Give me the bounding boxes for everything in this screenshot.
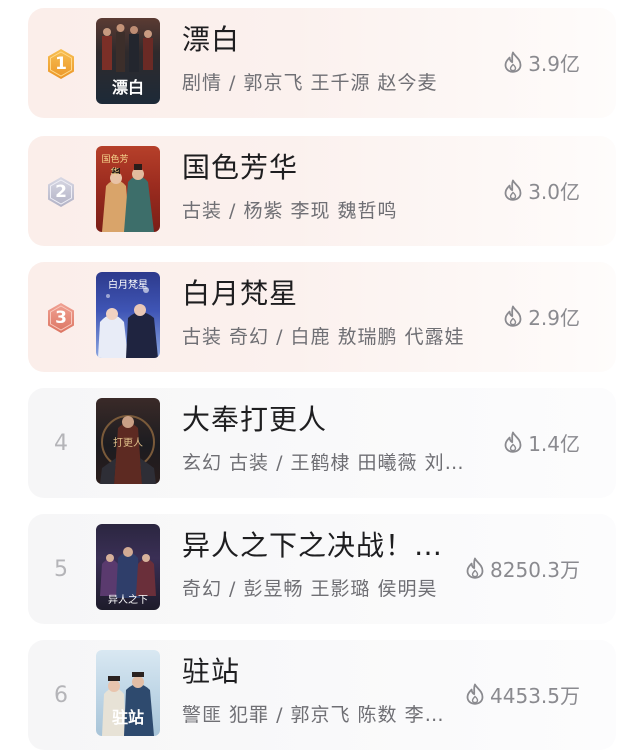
poster-title-art: 异人之下 xyxy=(108,595,148,606)
heat-value: 3.0亿 xyxy=(504,176,580,204)
poster-title-art: 漂白 xyxy=(111,78,144,97)
ranking-list: 1 漂白 漂白 剧情 / 郭京飞 王千源 赵今麦 3.9亿 2 国色芳华 国色芳… xyxy=(0,0,640,750)
poster-title-art: 白月梵星 xyxy=(108,280,148,291)
rank-number: 6 xyxy=(54,683,68,708)
flame-icon xyxy=(504,51,522,73)
heat-text: 4453.5万 xyxy=(490,683,580,708)
ranking-item-4[interactable]: 4 打更人 大奉打更人 玄幻 古装 / 王鹤棣 田曦薇 刘… 1.4亿 xyxy=(28,388,616,498)
heat-value: 4453.5万 xyxy=(466,680,580,708)
rank-badge-silver: 2 xyxy=(46,176,76,208)
show-title[interactable]: 大奉打更人 xyxy=(182,398,327,438)
poster-image[interactable]: 漂白 xyxy=(96,18,160,104)
poster-title-art: 国色芳华 xyxy=(101,155,129,178)
heat-text: 3.9亿 xyxy=(528,51,580,76)
heat-value: 3.9亿 xyxy=(504,48,580,76)
poster-image[interactable]: 国色芳华 xyxy=(96,146,160,232)
ranking-item-1[interactable]: 1 漂白 漂白 剧情 / 郭京飞 王千源 赵今麦 3.9亿 xyxy=(28,8,616,118)
show-title[interactable]: 驻站 xyxy=(182,650,240,690)
heat-text: 2.9亿 xyxy=(528,305,580,330)
flame-icon xyxy=(504,431,522,453)
poster-title-art: 驻站 xyxy=(111,708,144,727)
flame-icon xyxy=(466,557,484,579)
poster-image[interactable]: 驻站 xyxy=(96,650,160,736)
ranking-item-2[interactable]: 2 国色芳华 国色芳华 古装 / 杨紫 李现 魏哲鸣 3.0亿 xyxy=(28,136,616,246)
poster-image[interactable]: 白月梵星 xyxy=(96,272,160,358)
show-meta: 古装 / 杨紫 李现 魏哲鸣 xyxy=(182,200,398,222)
show-title[interactable]: 白月梵星 xyxy=(182,272,298,312)
show-meta: 玄幻 古装 / 王鹤棣 田曦薇 刘… xyxy=(182,452,465,474)
show-meta: 剧情 / 郭京飞 王千源 赵今麦 xyxy=(182,72,438,94)
heat-value: 8250.3万 xyxy=(466,554,580,582)
rank-number: 5 xyxy=(54,557,68,582)
heat-value: 2.9亿 xyxy=(504,302,580,330)
ranking-item-3[interactable]: 3 白月梵星 白月梵星 古装 奇幻 / 白鹿 敖瑞鹏 代露娃 2.9亿 xyxy=(28,262,616,372)
rank-badge-bronze: 3 xyxy=(46,302,76,334)
rank-number: 4 xyxy=(54,431,68,456)
ranking-item-6[interactable]: 6 驻站 驻站 警匪 犯罪 / 郭京飞 陈数 李… 4453.5万 xyxy=(28,640,616,750)
show-meta: 古装 奇幻 / 白鹿 敖瑞鹏 代露娃 xyxy=(182,326,465,348)
flame-icon xyxy=(504,305,522,327)
ranking-item-5[interactable]: 5 异人之下 异人之下之决战！… 奇幻 / 彭昱畅 王影璐 侯明昊 8250.3… xyxy=(28,514,616,624)
rank-number: 1 xyxy=(55,54,67,74)
rank-number: 3 xyxy=(55,308,67,328)
heat-text: 1.4亿 xyxy=(528,431,580,456)
flame-icon xyxy=(466,683,484,705)
poster-title-art: 打更人 xyxy=(113,438,143,449)
heat-text: 3.0亿 xyxy=(528,179,580,204)
show-meta: 奇幻 / 彭昱畅 王影璐 侯明昊 xyxy=(182,578,438,600)
poster-image[interactable]: 打更人 xyxy=(96,398,160,484)
heat-text: 8250.3万 xyxy=(490,557,580,582)
show-title[interactable]: 异人之下之决战！… xyxy=(182,524,443,564)
heat-value: 1.4亿 xyxy=(504,428,580,456)
rank-badge-gold: 1 xyxy=(46,48,76,80)
show-title[interactable]: 国色芳华 xyxy=(182,146,298,186)
show-meta: 警匪 犯罪 / 郭京飞 陈数 李… xyxy=(182,704,445,726)
flame-icon xyxy=(504,179,522,201)
show-title[interactable]: 漂白 xyxy=(182,18,240,58)
poster-image[interactable]: 异人之下 xyxy=(96,524,160,610)
rank-number: 2 xyxy=(55,182,67,202)
